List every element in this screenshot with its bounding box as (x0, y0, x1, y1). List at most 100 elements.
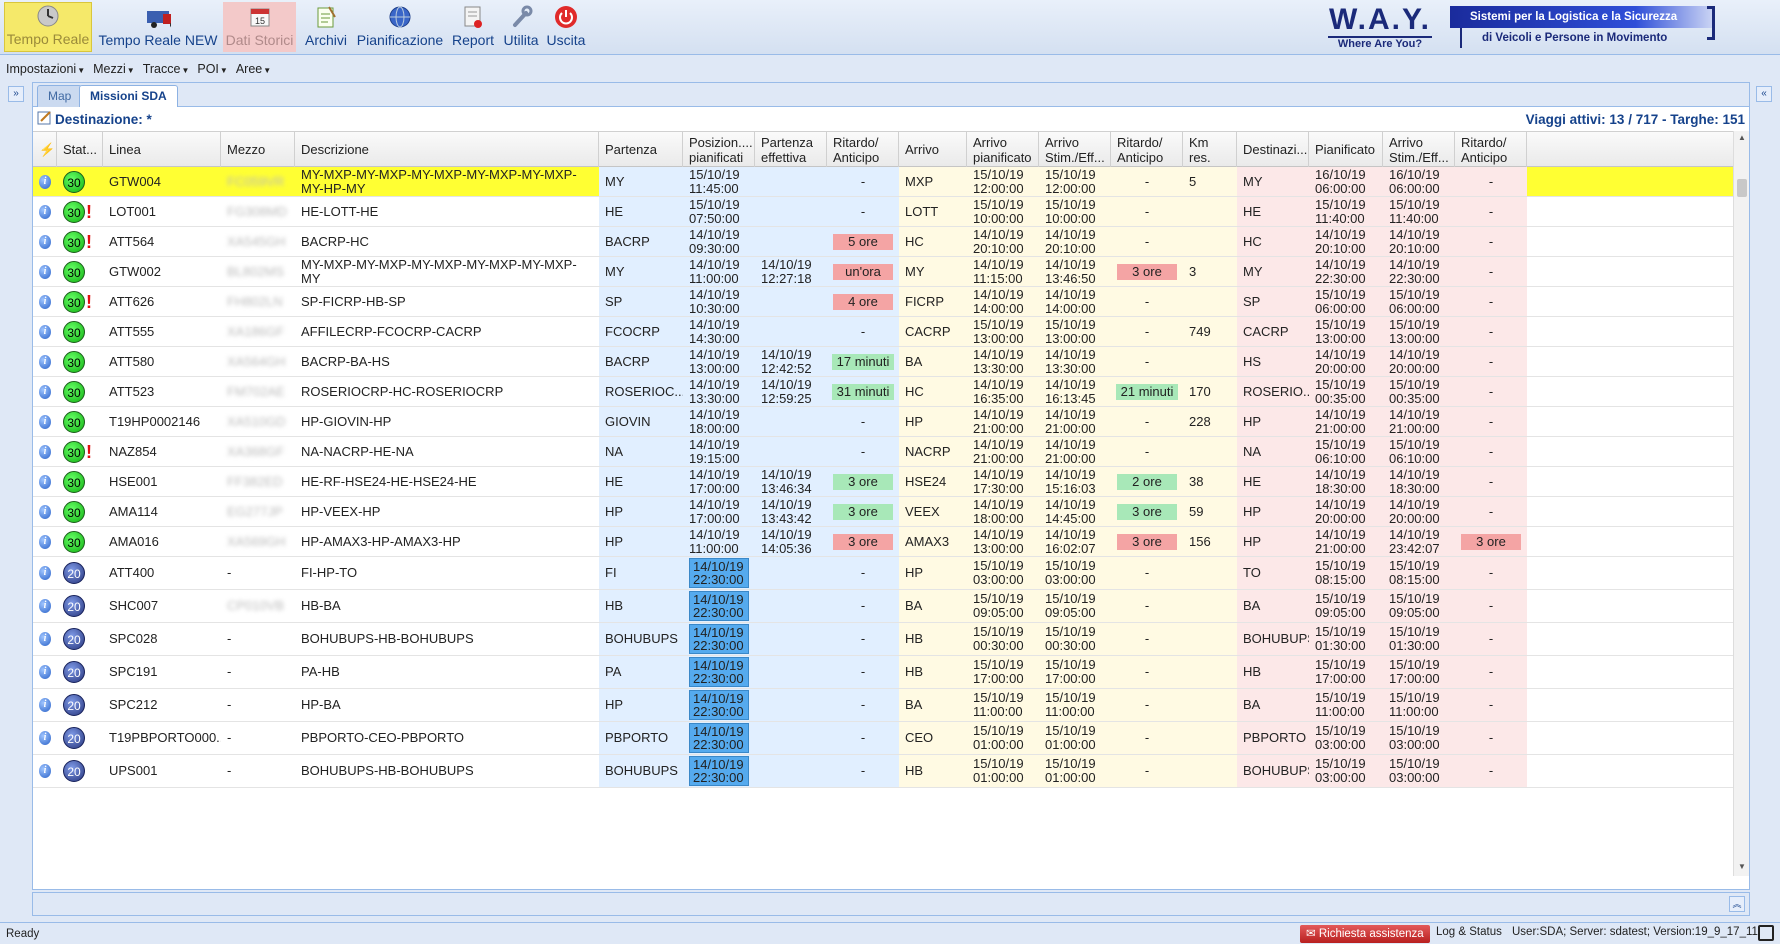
column-header-linea[interactable]: Linea (103, 132, 221, 167)
fullscreen-icon[interactable] (1758, 925, 1774, 941)
column-header-arrivo-stimato[interactable]: Arrivo Stim./Eff... (1039, 132, 1111, 167)
table-row[interactable]: i 20 UPS001 - BOHUBUPS-HB-BOHUBUPS BOHUBUPS 14… (33, 755, 1733, 788)
info-icon[interactable]: i (39, 444, 51, 459)
ritardo-partenza-text: - (860, 173, 866, 189)
info-icon[interactable]: i (39, 234, 51, 249)
tempo-reale-new-button[interactable]: Tempo Reale NEW (96, 2, 220, 52)
tab-map[interactable]: Map (37, 85, 83, 107)
info-icon[interactable]: i (39, 599, 51, 613)
table-row[interactable]: i 30 AMA114 EG277JP HP-VEEX-HP HP 14/10/19 17:… (33, 497, 1733, 527)
cell-partenza: BACRP (599, 227, 683, 256)
column-header-arrivo[interactable]: Arrivo (899, 132, 967, 167)
info-icon[interactable]: i (39, 504, 51, 519)
brand-banner: Sistemi per la Logistica e la Sicurezza … (1450, 6, 1715, 50)
expand-left-panel-icon[interactable]: » (8, 86, 24, 102)
uscita-button[interactable]: Uscita (544, 2, 588, 52)
menu-impostazioni-label: Impostazioni (6, 62, 77, 76)
report-label: Report (451, 32, 495, 48)
column-header-mezzo[interactable]: Mezzo (221, 132, 295, 167)
utilita-button[interactable]: Utilita (500, 2, 542, 52)
arrivo-text: MY (905, 263, 925, 279)
table-row[interactable]: i 30 T19HP0002146 XA510GD HP-GIOVIN-HP GIOVIN… (33, 407, 1733, 437)
pianificazione-button[interactable]: Pianificazione (354, 2, 446, 52)
menu-poi[interactable]: POI▼ (197, 62, 227, 76)
scroll-thumb[interactable] (1737, 179, 1747, 197)
column-header-km-res[interactable]: Km res. (1183, 132, 1237, 167)
table-row[interactable]: i 30! ATT564 XA545GH BACRP-HC BACRP 14/10/19 0… (33, 227, 1733, 257)
cell-arrivo-pianificato: 15/10/19 01:00:00 (967, 722, 1039, 754)
column-header-info[interactable]: ⚡ (33, 132, 57, 167)
table-row[interactable]: i 30 ATT580 XA564GH BACRP-BA-HS BACRP 14/10/19… (33, 347, 1733, 377)
info-icon[interactable]: i (39, 566, 51, 580)
destinazione-text: HE (1243, 473, 1262, 489)
menu-tracce[interactable]: Tracce▼ (143, 62, 190, 76)
column-header-status[interactable]: Stat... (57, 132, 103, 167)
info-icon[interactable]: i (39, 294, 51, 309)
info-icon[interactable]: i (39, 764, 51, 778)
table-row[interactable]: i 30 GTW004 FC059VR MY-MXP-MY-MXP-MY-MXP-MY-… (33, 167, 1733, 197)
info-icon[interactable]: i (39, 204, 51, 219)
info-icon[interactable]: i (39, 384, 51, 399)
column-header-pos-pianificati[interactable]: Posizion.... pianificati (683, 132, 755, 167)
scroll-down-icon[interactable]: ▼ (1734, 862, 1750, 874)
richiesta-assistenza-button[interactable]: ✉ Richiesta assistenza (1300, 925, 1430, 943)
scroll-up-icon[interactable]: ▲ (1734, 133, 1750, 145)
arrivo-text: HC (905, 383, 924, 399)
info-icon[interactable]: i (39, 665, 51, 679)
tab-missioni-sda[interactable]: Missioni SDA (79, 85, 178, 108)
info-icon[interactable]: i (39, 174, 51, 189)
table-row[interactable]: i 30 ATT555 XA186GF AFFILECRP-FCOCRP-CACRP FC… (33, 317, 1733, 347)
table-row[interactable]: i 20 SPC028 - BOHUBUPS-HB-BOHUBUPS BOHUBUPS 14… (33, 623, 1733, 656)
table-row[interactable]: i 20 T19PBPORTO000... - PBPORTO-CEO-PBPORTO P… (33, 722, 1733, 755)
menu-aree[interactable]: Aree▼ (236, 62, 271, 76)
ritardo-destinazione-text: - (1488, 598, 1494, 613)
tempo-reale-button[interactable]: Tempo Reale (4, 2, 92, 52)
info-icon[interactable]: i (39, 324, 51, 339)
expand-up-icon[interactable]: ︽ (1729, 896, 1745, 912)
expand-right-panel-icon[interactable]: « (1756, 86, 1772, 102)
menu-mezzi[interactable]: Mezzi▼ (93, 62, 135, 76)
table-row[interactable]: i 30! NAZ854 XA368GF NA-NACRP-HE-NA NA 14/10/1… (33, 437, 1733, 467)
table-row[interactable]: i 30! ATT626 FH802LN SP-FICRP-HB-SP SP 14/10/1… (33, 287, 1733, 317)
cell-arrivo-stimato: 15/10/19 09:05:00 (1039, 590, 1111, 622)
info-icon[interactable]: i (39, 698, 51, 712)
table-row[interactable]: i 30 HSE001 FF382ED HE-RF-HSE24-HE-HSE24-HE H… (33, 467, 1733, 497)
column-header-partenza-effettiva[interactable]: Partenza effettiva (755, 132, 827, 167)
log-status-link[interactable]: Log & Status (1436, 926, 1502, 938)
column-header-partenza[interactable]: Partenza (599, 132, 683, 167)
table-row[interactable]: i 30 ATT523 FM702AE ROSERIOCRP-HC-ROSERIOCRP… (33, 377, 1733, 407)
info-icon[interactable]: i (39, 354, 51, 369)
destinazione-text: BA (1243, 598, 1261, 613)
column-header-ritardo-destinazione[interactable]: Ritardo/ Anticipo (1455, 132, 1527, 167)
info-icon[interactable]: i (39, 632, 51, 646)
column-header-descrizione[interactable]: Descrizione (295, 132, 599, 167)
info-icon[interactable]: i (39, 474, 51, 489)
info-icon[interactable]: i (39, 534, 51, 549)
table-row[interactable]: i 20 SPC212 - HP-BA HP 14/10/19 22:30:00 - BA 15/… (33, 689, 1733, 722)
column-header-ritardo-arrivo[interactable]: Ritardo/ Anticipo (1111, 132, 1183, 167)
cell-ritardo-partenza: 3 ore (827, 497, 899, 526)
column-header-destinazione[interactable]: Destinazi... (1237, 132, 1309, 167)
table-row[interactable]: i 20 SPC191 - PA-HB PA 14/10/19 22:30:00 - HB 15/… (33, 656, 1733, 689)
report-button[interactable]: Report (448, 2, 498, 52)
column-header-ritardo-partenza[interactable]: Ritardo/ Anticipo (827, 132, 899, 167)
vertical-scrollbar[interactable]: ▲ ▼ (1733, 131, 1749, 876)
info-icon[interactable]: i (39, 264, 51, 279)
table-row[interactable]: i 20 SHC007 CP010VB HB-BA HB 14/10/19 22:30:00… (33, 590, 1733, 623)
info-icon[interactable]: i (39, 414, 51, 429)
table-row[interactable]: i 30 AMA016 XA569GH HP-AMAX3-HP-AMAX3-HP HP 14… (33, 527, 1733, 557)
info-icon[interactable]: i (39, 731, 51, 745)
cell-arrivo-dest-stimato: 14/10/19 22:30:00 (1383, 257, 1455, 286)
column-header-arrivo-dest-stimato[interactable]: Arrivo Stim./Eff... (1383, 132, 1455, 167)
table-row[interactable]: i 30 GTW002 BL802MS MY-MXP-MY-MXP-MY-MXP-MY-… (33, 257, 1733, 287)
table-row[interactable]: i 30! LOT001 FG308MD HE-LOTT-HE HE 15/10/19 07… (33, 197, 1733, 227)
table-row[interactable]: i 20 ATT400 - FI-HP-TO FI 14/10/19 22:30:00 - HP… (33, 557, 1733, 590)
menu-impostazioni[interactable]: Impostazioni▼ (6, 62, 85, 76)
dati-storici-button[interactable]: 15 Dati Storici (223, 2, 296, 52)
ritardo-arrivo-text: 3 ore (1117, 533, 1177, 550)
column-header-pianificato[interactable]: Pianificato (1309, 132, 1383, 167)
archivi-button[interactable]: Archivi (300, 2, 352, 52)
column-header-arrivo-pianificato[interactable]: Arrivo pianificato (967, 132, 1039, 167)
edit-icon[interactable] (37, 110, 52, 128)
cell-km-res: 5 (1183, 167, 1237, 196)
